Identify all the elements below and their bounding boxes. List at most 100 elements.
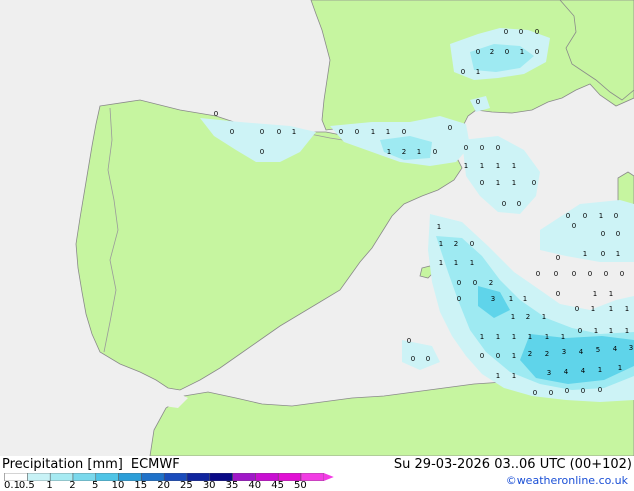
precip-value-label: 0 [535,28,539,36]
precip-value-label: 0 [339,128,343,136]
precip-value-label: 0 [476,98,480,106]
precip-value-label: 4 [579,348,584,356]
precip-value-label: 1 [512,372,516,380]
precip-value-label: 1 [618,364,622,372]
legend-tick-label: 25 [180,480,193,491]
precip-value-label: 0 [260,128,264,136]
precip-value-label: 0 [505,48,509,56]
precip-value-label: 3 [629,344,633,352]
precip-value-label: 1 [470,259,474,267]
precip-value-label: 0 [504,28,508,36]
precip-value-label: 1 [512,162,516,170]
precip-value-label: 1 [528,333,532,341]
precip-value-label: 0 [572,222,576,230]
precip-value-label: 0 [519,28,523,36]
precip-value-label: 2 [454,240,458,248]
precip-value-label: 0 [588,270,592,278]
precip-value-label: 1 [523,295,527,303]
precip-value-label: 1 [599,212,603,220]
legend-tick-label: 45 [271,480,284,491]
precip-value-label: 1 [371,128,375,136]
legend-tick-label: 1 [46,480,53,491]
precip-value-label: 2 [528,350,532,358]
precip-value-label: 1 [512,333,516,341]
precip-value-label: 1 [511,313,515,321]
precip-value-label: 1 [594,327,598,335]
footer-bar: Precipitation [mm] ECMWF Su 29-03-2026 03… [0,456,634,491]
precip-value-label: 1 [593,290,597,298]
precip-value-label: 0 [464,144,468,152]
precip-value-label: 0 [496,352,500,360]
precip-value-label: 0 [614,212,618,220]
precip-value-label: 3 [547,369,551,377]
precip-value-label: 1 [386,128,390,136]
precip-value-label: 1 [512,352,516,360]
precip-value-label: 0 [616,230,620,238]
legend-tick-label: 50 [294,480,307,491]
legend-tick-label: 30 [202,480,216,491]
precip-value-label: 4 [564,368,569,376]
precip-value-label: 1 [496,372,500,380]
precip-value-label: 0 [402,128,406,136]
legend-tick-label: 20 [157,480,170,491]
precip-value-label: 0 [578,327,582,335]
legend-arrow [323,473,334,481]
precip-value-label: 2 [402,148,406,156]
precip-value-label: 1 [561,333,565,341]
precip-value-label: 1 [464,162,468,170]
precip-value-label: 0 [433,148,437,156]
precip-value-label: 5 [596,346,600,354]
precip-value-label: 0 [448,124,452,132]
precip-value-label: 0 [598,386,602,394]
precip-value-label: 0 [556,254,560,262]
precip-value-label: 0 [572,270,576,278]
precip-value-label: 1 [616,250,620,258]
precip-value-label: 0 [556,290,560,298]
precip-value-label: 1 [439,259,443,267]
precip-value-label: 0 [554,270,558,278]
precip-value-label: 0 [355,128,359,136]
precip-value-label: 1 [439,240,443,248]
precip-value-label: 1 [292,128,296,136]
credit-link[interactable]: ©weatheronline.co.uk [506,474,628,487]
precip-value-label: 0 [496,144,500,152]
precip-value-label: 4 [613,345,618,353]
precip-value-label: 1 [545,333,549,341]
precip-value-label: 1 [480,162,484,170]
precip-value-label: 0 [566,212,570,220]
precip-value-label: 0 [457,295,461,303]
precip-value-label: 1 [509,295,513,303]
legend-tick-label: 15 [134,480,148,491]
legend-tick-label: 2 [69,480,76,491]
precip-value-label: 1 [625,305,629,313]
precip-value-label: 1 [387,148,391,156]
precip-value-label: 3 [562,348,566,356]
precip-value-label: 0 [583,212,587,220]
precip-value-label: 0 [277,128,281,136]
precip-value-label: 0 [480,179,484,187]
precip-value-label: 2 [489,279,493,287]
precip-value-label: 4 [581,367,586,375]
precip-value-label: 0 [601,230,605,238]
precip-value-label: 0 [536,270,540,278]
precip-value-label: 1 [583,250,587,258]
precip-value-label: 0 [473,279,477,287]
precip-value-label: 1 [625,327,629,335]
precip-value-label: 1 [598,366,602,374]
precip-value-label: 1 [496,162,500,170]
precip-value-label: 0 [426,355,430,363]
precip-value-label: 0 [604,270,608,278]
precip-value-label: 2 [490,48,494,56]
precip-value-label: 1 [520,48,524,56]
precip-value-label: 0 [533,389,537,397]
precip-value-label: 0 [461,68,465,76]
precip-value-label: 0 [620,270,624,278]
legend-tick-label: 0.1 [4,480,20,491]
legend-tick-label: 10 [111,480,125,491]
precip-value-label: 0 [502,200,506,208]
precip-value-label: 0 [517,200,521,208]
legend-tick-label: 40 [248,480,262,491]
precip-value-label: 1 [609,290,613,298]
precip-value-label: 1 [476,68,480,76]
precip-value-label: 0 [549,389,553,397]
